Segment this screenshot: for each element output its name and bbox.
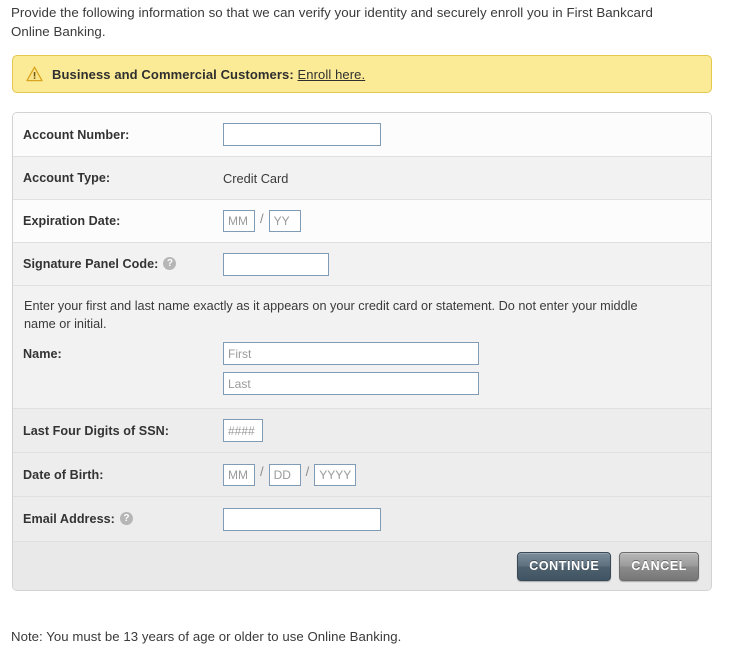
age-requirement-note: Note: You must be 13 years of age or old… xyxy=(11,629,402,644)
account-number-input[interactable] xyxy=(223,123,381,146)
expiration-date-separator: / xyxy=(260,210,264,226)
name-last-line xyxy=(23,372,701,395)
ssn-last-four-input[interactable] xyxy=(223,419,263,442)
enroll-here-link[interactable]: Enroll here. xyxy=(298,67,366,82)
date-of-birth-label: Date of Birth: xyxy=(23,467,104,482)
name-section: Enter your first and last name exactly a… xyxy=(13,286,711,409)
expiration-date-field-area: / xyxy=(223,210,711,232)
account-number-label: Account Number: xyxy=(23,127,130,142)
alert-label: Business and Commercial Customers: xyxy=(52,66,294,82)
enrollment-form-panel: Account Number: Account Type: Credit Car… xyxy=(12,112,712,591)
cancel-button[interactable]: CANCEL xyxy=(619,551,699,581)
row-date-of-birth: Date of Birth: / / xyxy=(13,453,711,497)
form-actions-row: CONTINUE CANCEL xyxy=(13,542,711,590)
signature-panel-code-label-text: Signature Panel Code: xyxy=(23,257,159,271)
email-address-label: Email Address: ? xyxy=(23,511,223,526)
expiration-month-input[interactable] xyxy=(223,210,255,232)
business-customers-alert: Business and Commercial Customers: Enrol… xyxy=(12,55,712,93)
expiration-date-label: Expiration Date: xyxy=(23,214,121,228)
signature-panel-code-label: Signature Panel Code: ? xyxy=(23,256,223,271)
alert-text: Business and Commercial Customers: Enrol… xyxy=(52,67,365,82)
email-field-area xyxy=(223,507,711,531)
enrollment-page: Provide the following information so tha… xyxy=(0,0,736,659)
ssn-label: Last Four Digits of SSN: xyxy=(23,423,170,438)
account-type-value: Credit Card xyxy=(223,170,289,186)
date-of-birth-field-area: / / xyxy=(223,463,711,486)
ssn-field-area xyxy=(223,419,711,442)
row-signature-panel-code: Signature Panel Code: ? xyxy=(13,243,711,286)
account-type-label: Account Type: xyxy=(23,171,111,185)
expiration-year-input[interactable] xyxy=(268,210,301,232)
name-instructions: Enter your first and last name exactly a… xyxy=(24,299,638,331)
help-question-icon[interactable]: ? xyxy=(119,511,133,525)
name-label: Name: xyxy=(23,346,62,361)
last-name-input[interactable] xyxy=(223,372,479,395)
continue-button[interactable]: CONTINUE xyxy=(517,551,612,581)
name-first-line: Name: xyxy=(23,342,701,365)
row-account-number: Account Number: xyxy=(13,113,711,157)
row-account-type: Account Type: Credit Card xyxy=(13,157,711,200)
email-address-label-text: Email Address: xyxy=(23,512,115,526)
dob-day-input[interactable] xyxy=(268,463,301,486)
intro-paragraph: Provide the following information so tha… xyxy=(11,5,653,39)
row-expiration-date: Expiration Date: / xyxy=(13,200,711,243)
signature-panel-code-field-area xyxy=(223,252,711,276)
dob-month-input[interactable] xyxy=(223,463,255,486)
first-name-input[interactable] xyxy=(223,342,479,365)
help-question-icon[interactable]: ? xyxy=(163,256,177,270)
warning-triangle-icon xyxy=(26,66,43,82)
row-email-address: Email Address: ? xyxy=(13,497,711,542)
account-type-value-area: Credit Card xyxy=(223,171,711,186)
row-ssn: Last Four Digits of SSN: xyxy=(13,409,711,453)
dob-separator-1: / xyxy=(260,464,264,479)
dob-year-input[interactable] xyxy=(314,463,357,486)
dob-separator-2: / xyxy=(305,464,310,479)
signature-panel-code-input[interactable] xyxy=(223,252,329,276)
email-address-input[interactable] xyxy=(223,507,381,531)
account-number-field-area xyxy=(223,123,711,146)
